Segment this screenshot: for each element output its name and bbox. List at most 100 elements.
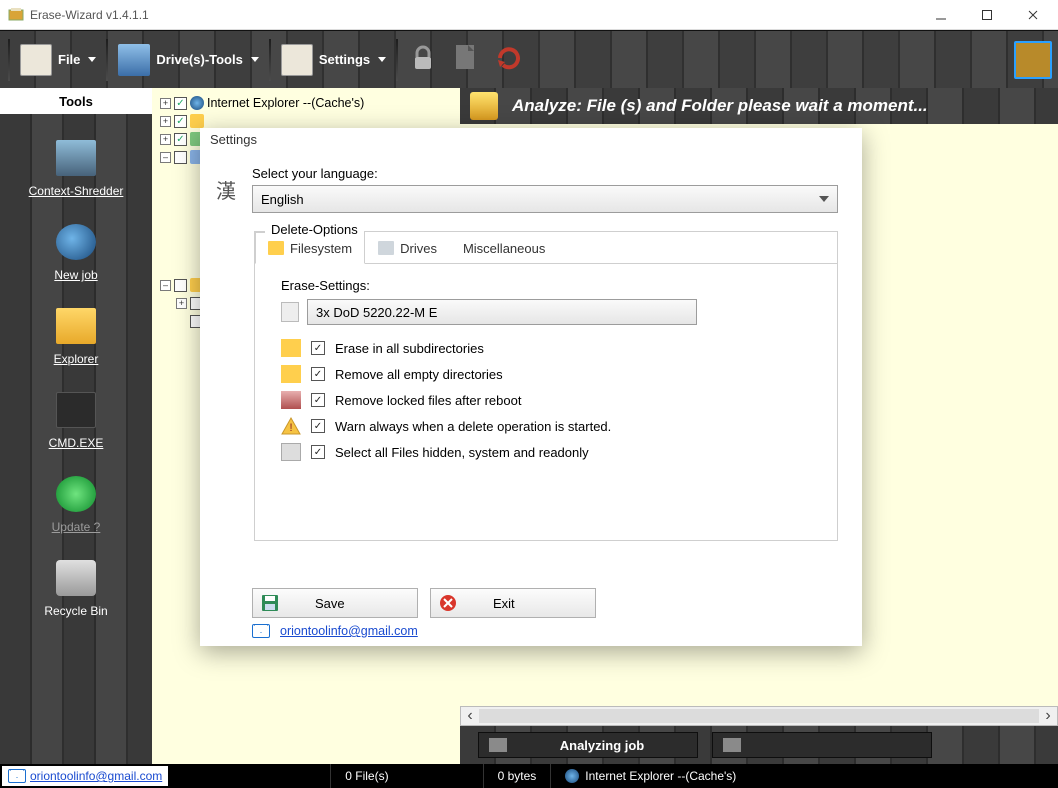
app-icon bbox=[8, 7, 24, 23]
window-maximize-button[interactable] bbox=[964, 0, 1010, 30]
window-title: Erase-Wizard v1.4.1.1 bbox=[30, 8, 918, 22]
language-value: English bbox=[261, 192, 304, 207]
job-status-box: Analyzing job bbox=[478, 732, 698, 758]
toolbar-settings-button[interactable]: Settings bbox=[275, 37, 392, 83]
folder-icon bbox=[56, 308, 96, 344]
delete-options-group: Delete-Options Filesystem Drives Miscell… bbox=[254, 231, 838, 541]
job-status-label: Analyzing job bbox=[517, 738, 687, 753]
window-titlebar: Erase-Wizard v1.4.1.1 bbox=[0, 0, 1058, 30]
settings-icon bbox=[281, 44, 313, 76]
option-warn[interactable]: !Warn always when a delete operation is … bbox=[281, 417, 817, 435]
toolbar-drives-button[interactable]: Drive(s)-Tools bbox=[112, 37, 264, 83]
toolbar-doc-button[interactable] bbox=[446, 37, 486, 83]
analyze-text: Analyze: File (s) and Folder please wait… bbox=[512, 96, 928, 116]
language-select[interactable]: English bbox=[252, 185, 838, 213]
sidebar-item-new-job[interactable]: New job bbox=[54, 224, 97, 282]
sidebar-item-label: CMD.EXE bbox=[49, 436, 104, 450]
group-title: Delete-Options bbox=[265, 222, 364, 237]
save-label: Save bbox=[315, 596, 345, 611]
caret-icon bbox=[88, 57, 96, 62]
close-icon bbox=[439, 594, 457, 612]
statusbar-files: 0 File(s) bbox=[330, 764, 402, 788]
option-label: Erase in all subdirectories bbox=[335, 341, 484, 356]
globe-icon bbox=[56, 224, 96, 260]
cursor-icon bbox=[281, 443, 301, 461]
exit-label: Exit bbox=[493, 596, 515, 611]
toolbar-file-label: File bbox=[58, 52, 80, 67]
window-close-button[interactable] bbox=[1010, 0, 1056, 30]
toolbar-settings-label: Settings bbox=[319, 52, 370, 67]
settings-dialog-title: Settings bbox=[200, 128, 862, 152]
option-label: Remove locked files after reboot bbox=[335, 393, 521, 408]
tab-miscellaneous[interactable]: Miscellaneous bbox=[450, 232, 558, 264]
statusbar-bytes: 0 bytes bbox=[483, 764, 551, 788]
erase-method-select[interactable]: 3x DoD 5220.22-M E bbox=[307, 299, 697, 325]
scroll-right-button[interactable]: › bbox=[1039, 707, 1057, 725]
scroll-left-button[interactable]: ‹ bbox=[461, 707, 479, 725]
terminal-icon bbox=[56, 392, 96, 428]
chevron-down-icon bbox=[819, 196, 829, 202]
ie-icon bbox=[190, 96, 204, 110]
scroll-track[interactable] bbox=[479, 709, 1039, 723]
option-hidden[interactable]: Select all Files hidden, system and read… bbox=[281, 443, 817, 461]
job-status-row: Analyzing job bbox=[460, 726, 1058, 764]
contact-email-link[interactable]: oriontoolinfo@gmail.com bbox=[280, 624, 418, 638]
doc-icon bbox=[452, 43, 480, 76]
tab-label: Miscellaneous bbox=[463, 241, 545, 256]
checkbox[interactable] bbox=[311, 445, 325, 459]
exit-button[interactable]: Exit bbox=[430, 588, 596, 618]
option-subdirectories[interactable]: Erase in all subdirectories bbox=[281, 339, 817, 357]
tab-drives[interactable]: Drives bbox=[365, 232, 450, 264]
checkbox[interactable] bbox=[311, 341, 325, 355]
save-icon bbox=[261, 594, 279, 612]
mail-icon bbox=[252, 624, 270, 638]
monitor-icon bbox=[489, 738, 507, 752]
tab-label: Drives bbox=[400, 241, 437, 256]
statusbar-email-link[interactable]: oriontoolinfo@gmail.com bbox=[2, 766, 168, 786]
sidebar: Tools Context-Shredder New job Explorer … bbox=[0, 88, 152, 764]
warning-icon: ! bbox=[281, 417, 301, 435]
toolbar-refresh-button[interactable] bbox=[488, 37, 530, 83]
erase-settings-label: Erase-Settings: bbox=[281, 278, 817, 293]
monitor-icon bbox=[723, 738, 741, 752]
toolbar-lock-button[interactable] bbox=[402, 37, 444, 83]
statusbar-email-text: oriontoolinfo@gmail.com bbox=[30, 769, 162, 783]
toolbar-sep bbox=[8, 39, 10, 81]
caret-icon bbox=[378, 57, 386, 62]
sidebar-item-label: Update ? bbox=[52, 520, 101, 534]
shredder-icon bbox=[56, 140, 96, 176]
locked-icon bbox=[281, 391, 301, 409]
horizontal-scrollbar[interactable]: ‹ › bbox=[460, 706, 1058, 726]
tree-row[interactable]: +Internet Explorer --(Cache's) bbox=[156, 94, 456, 112]
trash-icon bbox=[56, 560, 96, 596]
language-label: Select your language: bbox=[252, 166, 838, 181]
checkbox[interactable] bbox=[311, 419, 325, 433]
sidebar-item-explorer[interactable]: Explorer bbox=[54, 308, 99, 366]
settings-dialog: Settings 漢 Select your language: English… bbox=[200, 128, 862, 646]
option-empty-dirs[interactable]: Remove all empty directories bbox=[281, 365, 817, 383]
sidebar-item-cmd[interactable]: CMD.EXE bbox=[49, 392, 104, 450]
tab-label: Filesystem bbox=[290, 241, 352, 256]
caret-icon bbox=[251, 57, 259, 62]
folder-icon bbox=[190, 114, 204, 128]
statusbar-target-text: Internet Explorer --(Cache's) bbox=[585, 769, 736, 783]
refresh-icon bbox=[494, 43, 524, 76]
sidebar-item-context-shredder[interactable]: Context-Shredder bbox=[29, 140, 124, 198]
file-icon bbox=[20, 44, 52, 76]
checkbox[interactable] bbox=[311, 393, 325, 407]
toolbar-file-button[interactable]: File bbox=[14, 37, 102, 83]
window-minimize-button[interactable] bbox=[918, 0, 964, 30]
sidebar-item-recycle-bin[interactable]: Recycle Bin bbox=[44, 560, 107, 618]
svg-text:!: ! bbox=[289, 422, 292, 434]
toolbar-sep bbox=[106, 39, 108, 81]
option-locked-files[interactable]: Remove locked files after reboot bbox=[281, 391, 817, 409]
sidebar-item-label: Context-Shredder bbox=[29, 184, 124, 198]
erase-method-value: 3x DoD 5220.22-M E bbox=[316, 305, 437, 320]
save-button[interactable]: Save bbox=[252, 588, 418, 618]
checkbox[interactable] bbox=[311, 367, 325, 381]
toolbar-drives-label: Drive(s)-Tools bbox=[156, 52, 242, 67]
sidebar-item-label: New job bbox=[54, 268, 97, 282]
sidebar-item-update[interactable]: Update ? bbox=[52, 476, 101, 534]
folder-icon bbox=[281, 365, 301, 383]
drive-icon bbox=[378, 241, 394, 255]
